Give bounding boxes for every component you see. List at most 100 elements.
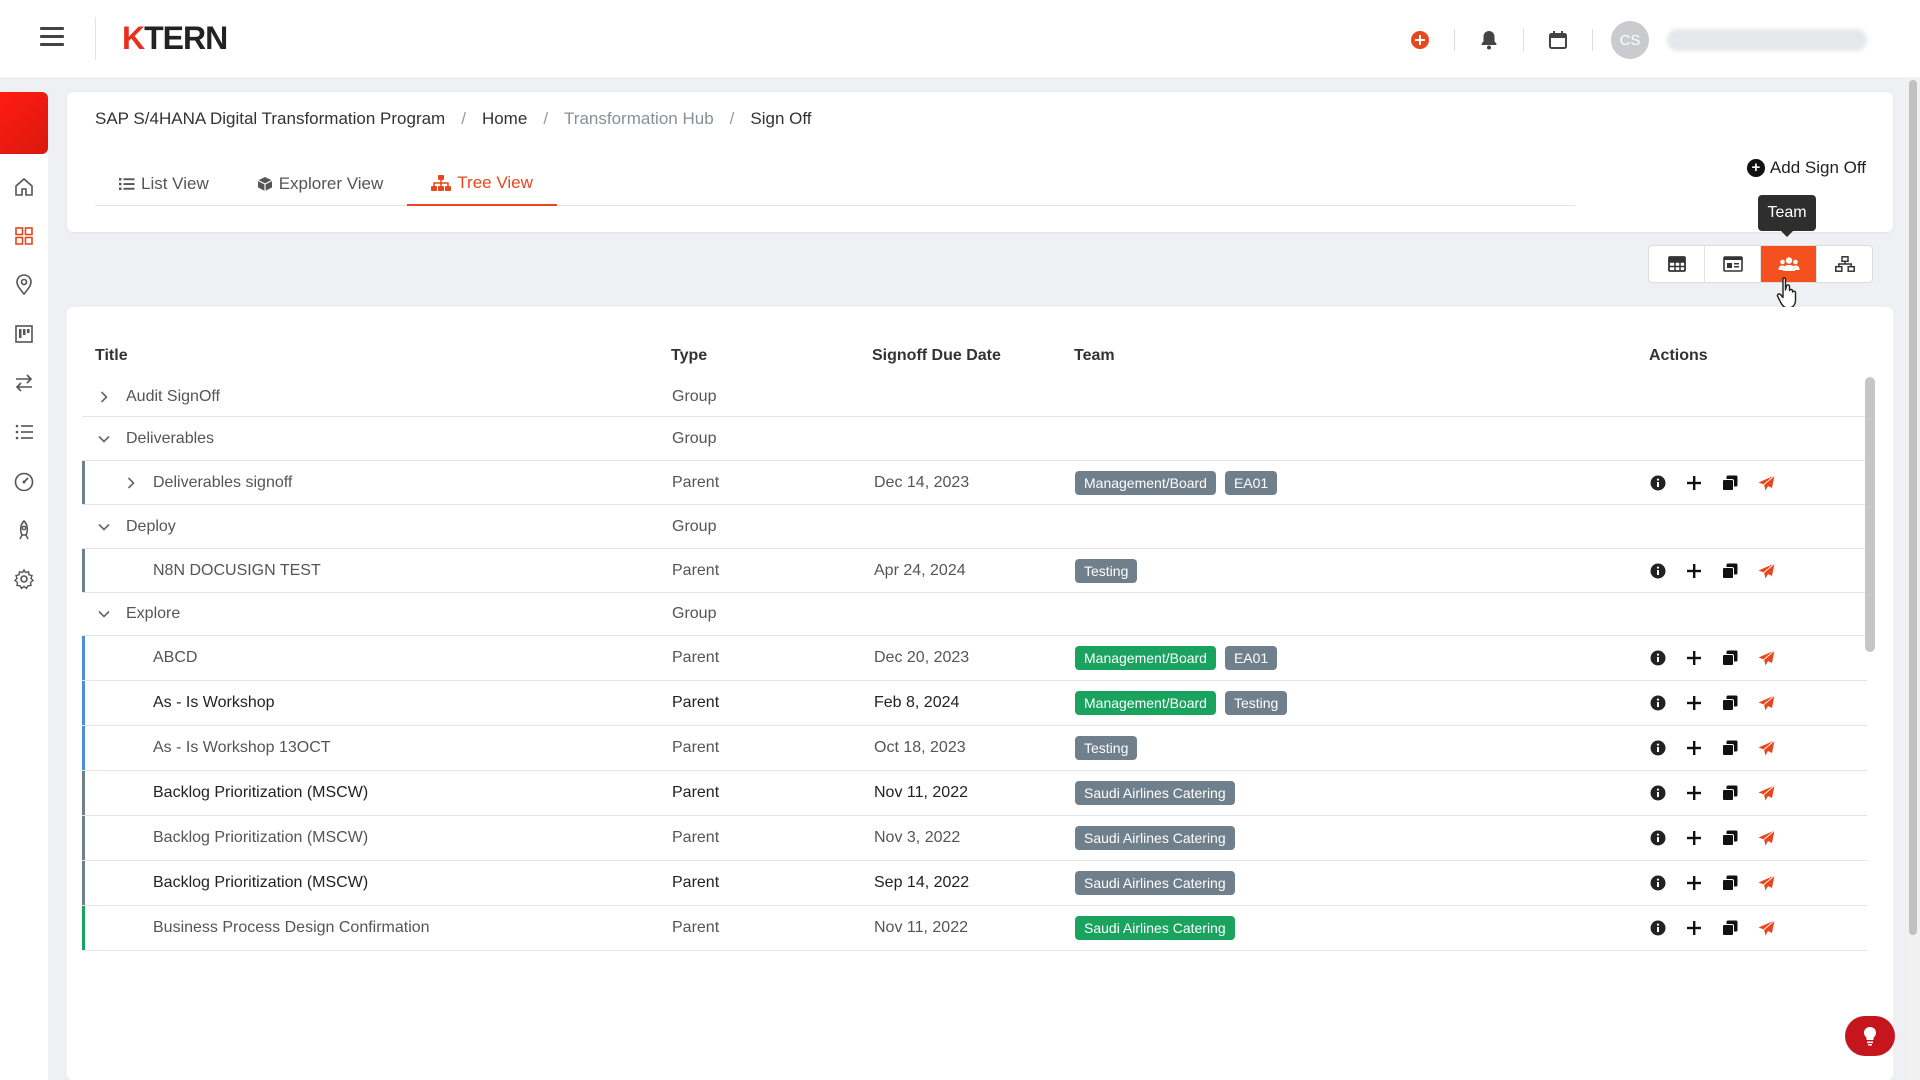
row-title[interactable]: Deliverables signoff bbox=[153, 474, 292, 492]
row-title[interactable]: N8N DOCUSIGN TEST bbox=[153, 562, 321, 580]
chevron-down-icon[interactable] bbox=[94, 604, 114, 624]
page-scrollbar-thumb[interactable] bbox=[1909, 80, 1917, 935]
copy-icon[interactable] bbox=[1712, 875, 1748, 891]
table-row[interactable]: As - Is Workshop 13OCT Parent Oct 18, 2023… bbox=[82, 726, 1867, 771]
send-icon[interactable] bbox=[1748, 920, 1784, 936]
column-header-team[interactable]: Team bbox=[1074, 347, 1115, 365]
table-row[interactable]: Business Process Design Confirmation Pare… bbox=[82, 906, 1867, 951]
sidebar-item-launch[interactable] bbox=[0, 505, 48, 554]
tab-explorer-view[interactable]: Explorer View bbox=[233, 162, 408, 206]
row-title[interactable]: Backlog Prioritization (MSCW) bbox=[153, 874, 368, 892]
copy-icon[interactable] bbox=[1712, 830, 1748, 846]
table-row[interactable]: N8N DOCUSIGN TEST Parent Apr 24, 2024 Testi… bbox=[82, 549, 1867, 593]
sidebar-item-location[interactable] bbox=[0, 260, 48, 309]
send-icon[interactable] bbox=[1748, 740, 1784, 756]
group-row[interactable]: Deploy Group bbox=[82, 505, 1867, 549]
column-header-type[interactable]: Type bbox=[671, 347, 707, 365]
add-icon[interactable] bbox=[1676, 786, 1712, 800]
row-title[interactable]: Audit SignOff bbox=[126, 388, 220, 406]
table-row[interactable]: Deliverables signoff Parent Dec 14, 2023 Ma… bbox=[82, 461, 1867, 505]
info-icon[interactable] bbox=[1640, 475, 1676, 491]
send-icon[interactable] bbox=[1748, 875, 1784, 891]
group-row[interactable]: Audit SignOff Group bbox=[82, 377, 1867, 417]
calendar-icon[interactable] bbox=[1538, 20, 1578, 60]
add-icon[interactable] bbox=[1676, 876, 1712, 890]
add-icon[interactable] bbox=[1676, 651, 1712, 665]
hamburger-menu-icon[interactable] bbox=[40, 27, 64, 49]
copy-icon[interactable] bbox=[1712, 695, 1748, 711]
sidebar-item-list[interactable] bbox=[0, 407, 48, 456]
breadcrumb-hub[interactable]: Transformation Hub bbox=[564, 109, 714, 129]
info-icon[interactable] bbox=[1640, 785, 1676, 801]
table-row[interactable]: As - Is Workshop Parent Feb 8, 2024 Managem… bbox=[82, 681, 1867, 726]
send-icon[interactable] bbox=[1748, 474, 1784, 491]
table-row[interactable]: Backlog Prioritization (MSCW) Parent Sep 1… bbox=[82, 861, 1867, 906]
send-icon[interactable] bbox=[1748, 695, 1784, 711]
info-icon[interactable] bbox=[1640, 695, 1676, 711]
copy-icon[interactable] bbox=[1712, 563, 1748, 579]
sidebar-item-dashboard[interactable] bbox=[0, 211, 48, 260]
row-title[interactable]: Explore bbox=[126, 605, 180, 623]
group-row[interactable]: Explore Group bbox=[82, 593, 1867, 636]
hierarchy-view-button[interactable] bbox=[1817, 246, 1872, 282]
breadcrumb-program[interactable]: SAP S/4HANA Digital Transformation Progr… bbox=[95, 109, 445, 129]
avatar[interactable]: CS bbox=[1611, 21, 1649, 59]
sidebar-item-board[interactable] bbox=[0, 309, 48, 358]
copy-icon[interactable] bbox=[1712, 920, 1748, 936]
group-row[interactable]: Deliverables Group bbox=[82, 417, 1867, 461]
row-title[interactable]: Backlog Prioritization (MSCW) bbox=[153, 784, 368, 802]
chevron-right-icon[interactable] bbox=[121, 473, 141, 493]
add-icon[interactable] bbox=[1676, 741, 1712, 755]
add-icon[interactable] bbox=[1676, 696, 1712, 710]
row-title[interactable]: As - Is Workshop bbox=[153, 694, 275, 712]
info-icon[interactable] bbox=[1640, 740, 1676, 756]
row-title[interactable]: As - Is Workshop 13OCT bbox=[153, 739, 331, 757]
bell-icon[interactable] bbox=[1469, 20, 1509, 60]
sidebar-item-home[interactable] bbox=[0, 162, 48, 211]
chevron-down-icon[interactable] bbox=[94, 429, 114, 449]
add-icon[interactable] bbox=[1676, 475, 1712, 490]
row-title[interactable]: Backlog Prioritization (MSCW) bbox=[153, 829, 368, 847]
card-view-button[interactable] bbox=[1705, 246, 1761, 282]
sidebar-item-settings[interactable] bbox=[0, 554, 48, 603]
send-icon[interactable] bbox=[1748, 562, 1784, 579]
info-icon[interactable] bbox=[1640, 830, 1676, 846]
info-icon[interactable] bbox=[1640, 875, 1676, 891]
table-view-button[interactable] bbox=[1649, 246, 1705, 282]
copy-icon[interactable] bbox=[1712, 740, 1748, 756]
add-circle-icon[interactable] bbox=[1400, 20, 1440, 60]
info-icon[interactable] bbox=[1640, 650, 1676, 666]
sidebar-item-transfer[interactable] bbox=[0, 358, 48, 407]
copy-icon[interactable] bbox=[1712, 650, 1748, 666]
column-header-title[interactable]: Title bbox=[95, 347, 128, 365]
table-row[interactable]: Backlog Prioritization (MSCW) Parent Nov 3… bbox=[82, 816, 1867, 861]
add-sign-off-button[interactable]: + Add Sign Off bbox=[1746, 158, 1866, 178]
row-title[interactable]: Deploy bbox=[126, 518, 176, 536]
tab-tree-view[interactable]: Tree View bbox=[407, 162, 557, 206]
sidebar-item-gauge[interactable] bbox=[0, 456, 48, 505]
ktern-logo[interactable]: KTERN bbox=[122, 20, 228, 57]
info-icon[interactable] bbox=[1640, 920, 1676, 936]
add-icon[interactable] bbox=[1676, 921, 1712, 935]
send-icon[interactable] bbox=[1748, 830, 1784, 846]
copy-icon[interactable] bbox=[1712, 785, 1748, 801]
chevron-right-icon[interactable] bbox=[94, 387, 114, 407]
table-row[interactable]: ABCD Parent Dec 20, 2023 Management/Board EA… bbox=[82, 636, 1867, 681]
send-icon[interactable] bbox=[1748, 650, 1784, 666]
lightbulb-help-button[interactable] bbox=[1845, 1016, 1895, 1056]
table-row[interactable]: Backlog Prioritization (MSCW) Parent Nov 1… bbox=[82, 771, 1867, 816]
column-header-due-date[interactable]: Signoff Due Date bbox=[872, 347, 1001, 365]
add-icon[interactable] bbox=[1676, 563, 1712, 578]
username-blurred[interactable] bbox=[1667, 29, 1867, 51]
row-title[interactable]: Deliverables bbox=[126, 430, 214, 448]
send-icon[interactable] bbox=[1748, 785, 1784, 801]
chevron-down-icon[interactable] bbox=[94, 517, 114, 537]
add-icon[interactable] bbox=[1676, 831, 1712, 845]
tab-list-view[interactable]: List View bbox=[95, 162, 233, 206]
table-scrollbar[interactable] bbox=[1865, 377, 1875, 652]
info-icon[interactable] bbox=[1640, 563, 1676, 579]
row-title[interactable]: Business Process Design Confirmation bbox=[153, 919, 430, 937]
breadcrumb-home[interactable]: Home bbox=[482, 109, 527, 129]
row-title[interactable]: ABCD bbox=[153, 649, 197, 667]
copy-icon[interactable] bbox=[1712, 475, 1748, 491]
